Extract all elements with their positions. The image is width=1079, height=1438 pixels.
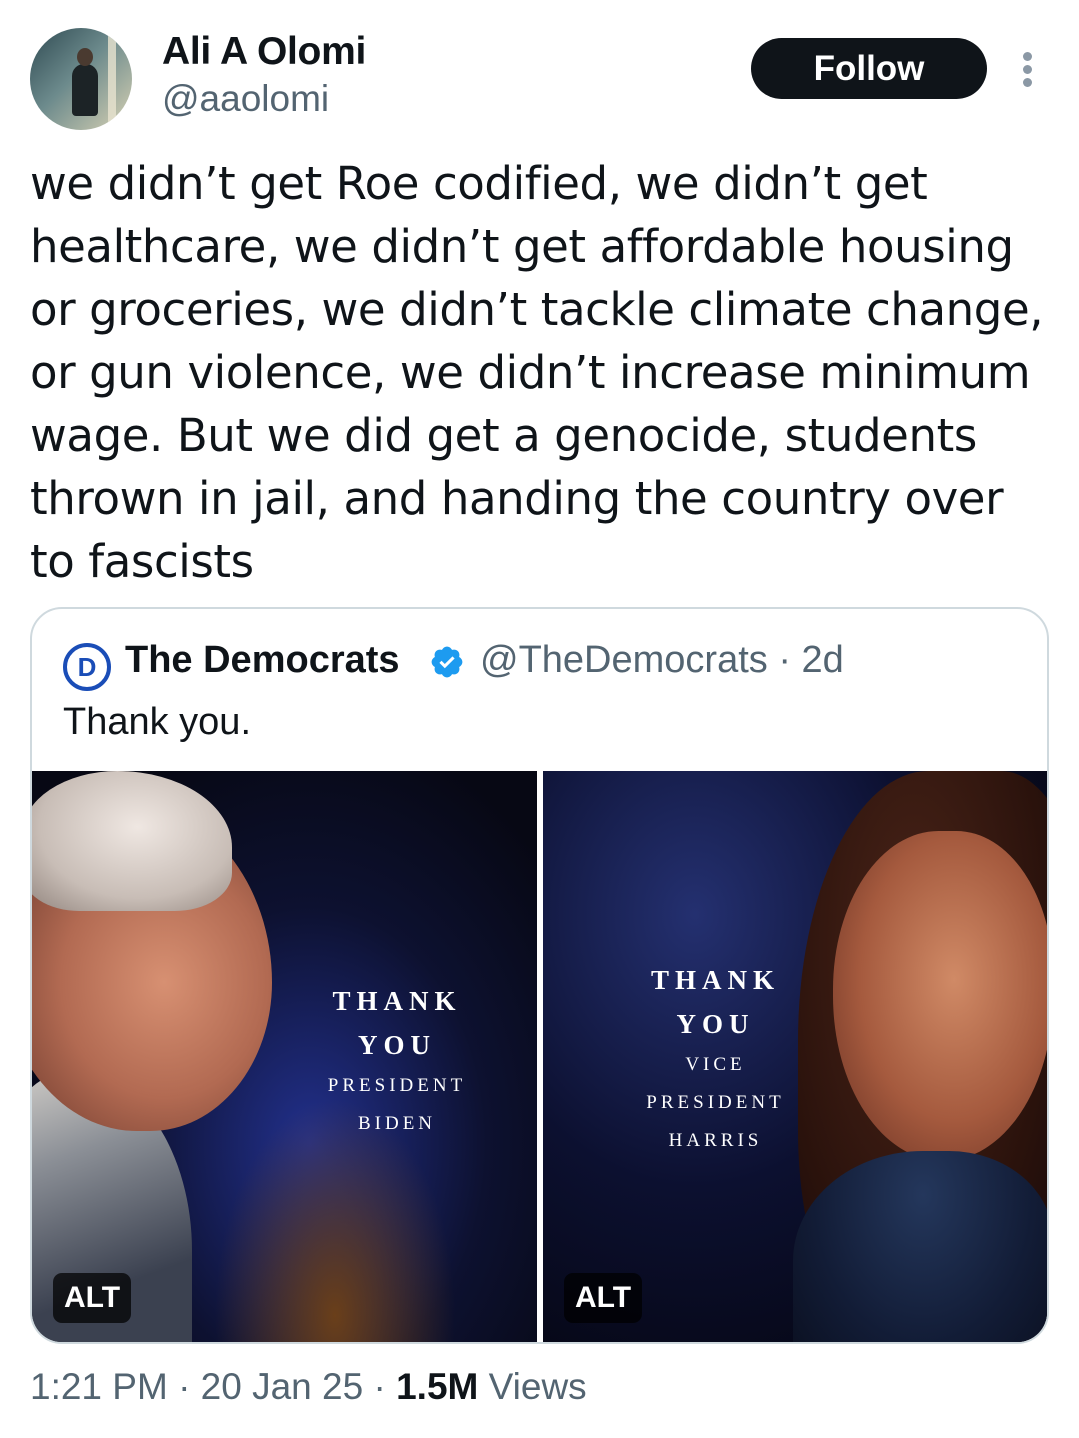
follow-button[interactable]: Follow: [751, 38, 987, 99]
tweet-meta: 1:21 PM · 20 Jan 25 · 1.5M Views: [30, 1366, 587, 1408]
alt-text-button[interactable]: ALT: [53, 1273, 132, 1323]
author-handle[interactable]: @aaolomi: [162, 78, 329, 120]
author-name[interactable]: Ali A Olomi: [162, 30, 366, 74]
avatar[interactable]: [30, 28, 132, 130]
timestamp[interactable]: 1:21 PM · 20 Jan 25 ·: [30, 1366, 396, 1407]
views-count: 1.5M: [396, 1366, 479, 1407]
alt-text-button[interactable]: ALT: [564, 1273, 643, 1323]
democrats-logo-icon[interactable]: D: [63, 643, 111, 691]
tweet-text: we didn’t get Roe codified, we didn’t ge…: [30, 157, 1044, 588]
verified-badge-icon: [431, 646, 463, 678]
quoted-handle-time[interactable]: @TheDemocrats · 2d: [480, 639, 844, 682]
media-image-harris[interactable]: THANK YOU VICE PRESIDENT HARRIS ALT: [543, 771, 1047, 1342]
media-image-biden[interactable]: THANK YOU PRESIDENT BIDEN ALT: [32, 771, 537, 1342]
quoted-text: Thank you.: [63, 701, 251, 743]
image-caption: THANK YOU PRESIDENT BIDEN: [327, 986, 467, 1134]
image-caption: THANK YOU VICE PRESIDENT HARRIS: [646, 965, 785, 1151]
quoted-author-name[interactable]: The Democrats: [125, 639, 400, 682]
more-icon[interactable]: [1018, 50, 1038, 90]
views-label: Views: [478, 1366, 587, 1407]
quoted-tweet[interactable]: D The Democrats @TheDemocrats · 2d Thank…: [30, 607, 1049, 1344]
